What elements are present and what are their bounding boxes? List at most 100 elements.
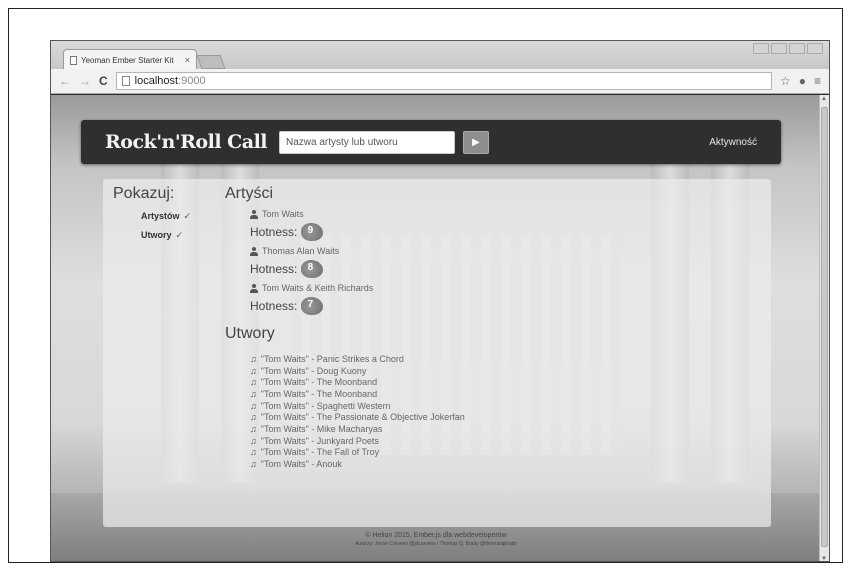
track-item[interactable]: ♫ "Tom Waits" - The Moonband	[250, 388, 755, 400]
music-note-icon: ♫	[250, 388, 257, 399]
browser-tab[interactable]: Yeoman Ember Starter Kit ×	[63, 49, 197, 70]
track-item[interactable]: ♫ "Tom Waits" - Junkyard Poets	[250, 435, 755, 447]
music-note-icon: ♫	[250, 447, 257, 458]
scrollbar-thumb[interactable]	[821, 107, 828, 547]
track-title: "Tom Waits" - Doug Kuony	[260, 365, 367, 376]
music-note-icon: ♫	[250, 423, 257, 434]
page-icon	[70, 55, 77, 65]
check-icon: ✓	[175, 230, 184, 240]
artist-item[interactable]: Tom Waits & Keith Richards Hotness: 7	[250, 283, 755, 315]
filter-tracks[interactable]: Utwory ✓	[141, 230, 213, 241]
page-footer: © Helion 2015, Ember.js dla webdeveloper…	[51, 531, 821, 549]
flame-icon: 9	[301, 223, 324, 241]
footer-authors: Autorzy: Jesse Cravens @jdcravens i Thom…	[355, 541, 517, 547]
hotness-value: 8	[307, 262, 314, 273]
music-note-icon: ♫	[250, 435, 257, 446]
track-title: "Tom Waits" - The Moonband	[260, 388, 378, 399]
hotness-value: 7	[307, 299, 314, 310]
app-navbar: Rock'n'Roll Call ▶ Aktywność	[81, 120, 781, 164]
track-item[interactable]: ♫ "Tom Waits" - The Fall of Troy	[250, 447, 755, 459]
maximize-icon[interactable]	[789, 43, 805, 54]
new-tab-button[interactable]	[196, 55, 226, 69]
track-item[interactable]: ♫ "Tom Waits" - The Moonband	[250, 376, 755, 388]
page-viewport: Rock'n'Roll Call ▶ Aktywność Pokazuj: Ar…	[51, 95, 821, 561]
page-icon	[121, 76, 130, 86]
track-item[interactable]: ♫ "Tom Waits" - Mike Macharyas	[250, 423, 755, 435]
user-icon[interactable]	[753, 43, 769, 54]
hotness-row: Hotness: 9	[250, 223, 755, 241]
menu-icon[interactable]: ≡	[814, 74, 821, 88]
artists-heading: Artyści	[225, 185, 273, 202]
artist-name[interactable]: Tom Waits & Keith Richards	[262, 283, 373, 293]
hotness-row: Hotness: 7	[250, 297, 755, 315]
search-button[interactable]: ▶	[463, 130, 489, 154]
flame-icon: 8	[301, 260, 324, 278]
address-bar[interactable]: localhost:9000	[115, 72, 772, 90]
music-note-icon: ♫	[250, 412, 257, 423]
artist-name[interactable]: Tom Waits	[262, 209, 304, 219]
title-bar: Yeoman Ember Starter Kit ×	[51, 41, 829, 70]
track-item[interactable]: ♫ "Tom Waits" - Doug Kuony	[250, 365, 755, 377]
brand-logo[interactable]: Rock'n'Roll Call	[105, 131, 279, 153]
forward-icon[interactable]: →	[79, 75, 91, 87]
music-note-icon: ♫	[250, 365, 257, 376]
track-title: "Tom Waits" - Anouk	[260, 459, 342, 470]
track-item[interactable]: ♫ "Tom Waits" - Anouk	[250, 458, 755, 470]
track-title: "Tom Waits" - Spaghetti Western	[260, 400, 391, 411]
check-icon: ✓	[183, 211, 192, 221]
vertical-scrollbar[interactable]: ▲ ▼	[819, 95, 829, 561]
extension-icon[interactable]: ●	[799, 74, 806, 88]
artist-item[interactable]: Tom Waits Hotness: 9	[250, 209, 755, 241]
track-title: "Tom Waits" - The Fall of Troy	[260, 447, 380, 458]
reload-icon[interactable]: C	[99, 75, 108, 87]
search-input[interactable]	[279, 130, 455, 154]
track-title: "Tom Waits" - The Moonband	[260, 377, 378, 388]
minimize-icon[interactable]	[771, 43, 787, 54]
flame-icon: 7	[301, 297, 324, 315]
track-title: "Tom Waits" - Panic Strikes a Chord	[260, 353, 404, 364]
scroll-down-icon[interactable]: ▼	[821, 556, 827, 561]
track-list: ♫ "Tom Waits" - Panic Strikes a Chord ♫ "T…	[225, 353, 755, 470]
track-item[interactable]: ♫ "Tom Waits" - Panic Strikes a Chord	[250, 353, 755, 365]
hotness-label: Hotness:	[250, 225, 298, 239]
artist-name[interactable]: Thomas Alan Waits	[262, 246, 339, 256]
user-icon	[250, 209, 258, 219]
music-note-icon: ♫	[250, 459, 257, 470]
url-host: localhost	[134, 75, 179, 87]
track-title: "Tom Waits" - Junkyard Poets	[260, 435, 379, 446]
artist-item[interactable]: Thomas Alan Waits Hotness: 8	[250, 246, 755, 278]
filter-artists[interactable]: Artystów ✓	[141, 211, 213, 222]
scroll-up-icon[interactable]: ▲	[821, 96, 827, 102]
back-icon[interactable]: ←	[59, 75, 71, 87]
filter-label: Artystów	[141, 211, 180, 221]
track-title: "Tom Waits" - Mike Macharyas	[260, 423, 383, 434]
url-port: :9000	[178, 75, 206, 87]
music-note-icon: ♫	[250, 353, 257, 364]
tracks-heading: Utwory	[225, 325, 275, 342]
music-note-icon: ♫	[250, 377, 257, 388]
close-icon[interactable]	[807, 43, 823, 54]
browser-window: Yeoman Ember Starter Kit × ← → C localho…	[50, 40, 830, 562]
music-note-icon: ♫	[250, 400, 257, 411]
track-item[interactable]: ♫ "Tom Waits" - Spaghetti Western	[250, 400, 755, 412]
user-icon	[250, 246, 258, 256]
bookmark-star-icon[interactable]: ☆	[780, 74, 791, 88]
tab-title: Yeoman Ember Starter Kit	[81, 55, 174, 65]
filter-sidebar: Pokazuj: Artystów ✓ Utwory ✓	[113, 185, 213, 241]
browser-toolbar: ← → C localhost:9000 ☆ ● ≡	[51, 69, 829, 94]
track-item[interactable]: ♫ "Tom Waits" - The Passionate & Objectiv…	[250, 411, 755, 423]
track-title: "Tom Waits" - The Passionate & Objective…	[260, 412, 465, 423]
results-panel: Pokazuj: Artystów ✓ Utwory ✓ Artyści Tom…	[103, 179, 771, 527]
filter-label: Utwory	[141, 230, 172, 240]
results-content: Artyści Tom Waits Hotness: 9 Thomas Alan…	[225, 185, 755, 470]
sidebar-heading: Pokazuj:	[113, 185, 175, 202]
activity-link[interactable]: Aktywność	[709, 137, 757, 148]
hotness-label: Hotness:	[250, 262, 298, 276]
footer-copyright: © Helion 2015, Ember.js dla webdeveloper…	[365, 532, 507, 539]
hotness-row: Hotness: 8	[250, 260, 755, 278]
tab-close-icon[interactable]: ×	[185, 55, 190, 65]
user-icon	[250, 283, 258, 293]
hotness-value: 9	[307, 225, 314, 236]
figure-frame: Yeoman Ember Starter Kit × ← → C localho…	[8, 8, 843, 563]
hotness-label: Hotness:	[250, 299, 298, 313]
